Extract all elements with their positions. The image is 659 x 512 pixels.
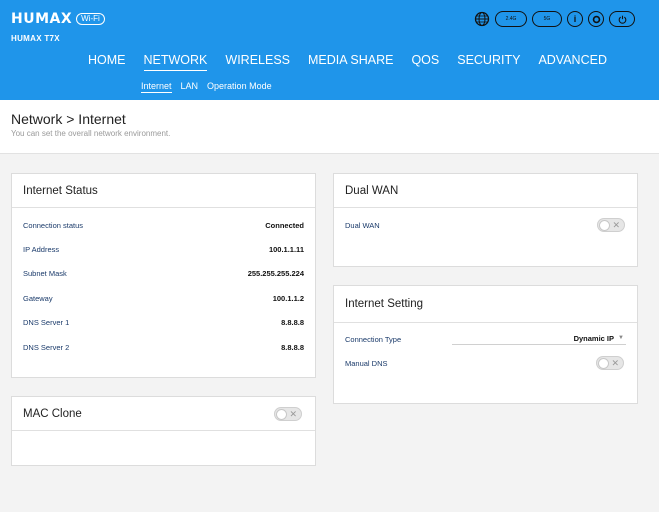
- toggle-off-icon: ✕: [611, 358, 619, 369]
- nav-home[interactable]: HOME: [88, 53, 126, 71]
- nav-qos[interactable]: QOS: [411, 53, 439, 71]
- toggle-knob: [599, 220, 610, 231]
- status-row-connection: Connection status Connected: [12, 213, 315, 237]
- nav-security[interactable]: SECURITY: [457, 53, 520, 71]
- internet-status-title: Internet Status: [12, 174, 315, 208]
- status-value: 8.8.8.8: [281, 318, 304, 328]
- status-label: DNS Server 2: [23, 342, 70, 352]
- nav-media-share[interactable]: MEDIA SHARE: [308, 53, 393, 71]
- status-value: 100.1.1.11: [268, 245, 304, 255]
- info-icon[interactable]: i: [567, 11, 583, 27]
- status-label: DNS Server 1: [23, 318, 70, 328]
- main-nav: HOME NETWORK WIRELESS MEDIA SHARE QOS SE…: [88, 53, 625, 71]
- subnav-operation-mode[interactable]: Operation Mode: [207, 81, 272, 93]
- status-row-dns-1: DNS Server 1 8.8.8.8: [12, 311, 315, 335]
- page-subtitle: You can set the overall network environm…: [11, 129, 171, 138]
- globe-icon[interactable]: [474, 11, 490, 27]
- manual-dns-toggle[interactable]: ✕: [596, 356, 624, 371]
- dual-wan-label: Dual WAN: [345, 220, 380, 230]
- toggle-off-icon: ✕: [612, 220, 620, 230]
- dual-wan-row: Dual WAN ✕: [334, 213, 637, 237]
- status-value: Connected: [265, 220, 304, 230]
- logo-wifi-badge: Wi-Fi: [76, 13, 105, 25]
- status-value: 100.1.1.2: [272, 293, 304, 303]
- connection-type-label: Connection Type: [345, 334, 402, 344]
- band-2g-label: 2.4G: [505, 15, 517, 22]
- status-label: Gateway: [23, 293, 53, 303]
- nav-network[interactable]: NETWORK: [143, 53, 208, 71]
- connection-type-select[interactable]: Dynamic IP ▼: [452, 333, 626, 345]
- status-label: IP Address: [23, 245, 60, 255]
- status-value: 255.255.255.224: [247, 269, 304, 279]
- status-row-dns-2: DNS Server 2 8.8.8.8: [12, 335, 315, 359]
- toggle-knob: [276, 409, 287, 420]
- status-label: Connection status: [23, 220, 84, 230]
- band-2g-icon[interactable]: 2.4G: [495, 11, 527, 27]
- subnav-lan[interactable]: LAN: [181, 81, 199, 93]
- internet-setting-title: Internet Setting: [334, 286, 637, 323]
- status-row-subnet-mask: Subnet Mask 255.255.255.224: [12, 262, 315, 286]
- manual-dns-row: Manual DNS ✕: [334, 351, 637, 375]
- mac-clone-header: MAC Clone ✕: [12, 397, 315, 431]
- status-row-gateway: Gateway 100.1.1.2: [12, 286, 315, 310]
- toggle-off-icon: ✕: [289, 409, 297, 419]
- dual-wan-title: Dual WAN: [334, 174, 637, 208]
- sub-nav: Internet LAN Operation Mode: [141, 81, 281, 93]
- nav-wireless[interactable]: WIRELESS: [225, 53, 290, 71]
- settings-icon[interactable]: [588, 11, 604, 27]
- mac-clone-card: MAC Clone ✕: [11, 396, 316, 466]
- internet-setting-card: Internet Setting Connection Type Dynamic…: [333, 285, 638, 404]
- subnav-internet[interactable]: Internet: [141, 81, 172, 93]
- model-name: HUMAX T7X: [11, 34, 60, 43]
- connection-type-value: Dynamic IP: [573, 334, 614, 343]
- status-value: 8.8.8.8: [281, 342, 304, 352]
- chevron-down-icon: ▼: [618, 335, 624, 341]
- power-icon[interactable]: [609, 11, 635, 27]
- connection-type-row: Connection Type Dynamic IP ▼: [334, 327, 637, 351]
- toggle-knob: [598, 358, 609, 370]
- top-icon-bar: 2.4G 5G i: [474, 11, 635, 27]
- nav-advanced[interactable]: ADVANCED: [538, 53, 607, 71]
- band-5g-label: 5G: [543, 15, 551, 22]
- mac-clone-toggle[interactable]: ✕: [274, 407, 302, 421]
- dual-wan-toggle[interactable]: ✕: [597, 218, 625, 232]
- band-5g-icon[interactable]: 5G: [532, 11, 562, 27]
- top-header: HUMAX Wi-Fi HUMAX T7X 2.4G 5G i HOME NET…: [0, 0, 659, 100]
- status-label: Subnet Mask: [23, 269, 67, 279]
- dual-wan-card: Dual WAN Dual WAN ✕: [333, 173, 638, 267]
- page-title-band: Network > Internet You can set the overa…: [0, 100, 659, 154]
- status-row-ip-address: IP Address 100.1.1.11: [12, 237, 315, 261]
- info-icon-glyph: i: [573, 14, 577, 24]
- internet-status-card: Internet Status Connection status Connec…: [11, 173, 316, 378]
- humax-logo[interactable]: HUMAX Wi-Fi: [11, 11, 105, 27]
- logo-text: HUMAX: [11, 11, 73, 27]
- mac-clone-title: MAC Clone: [23, 407, 82, 420]
- page-title: Network > Internet: [11, 111, 126, 127]
- manual-dns-label: Manual DNS: [345, 359, 388, 369]
